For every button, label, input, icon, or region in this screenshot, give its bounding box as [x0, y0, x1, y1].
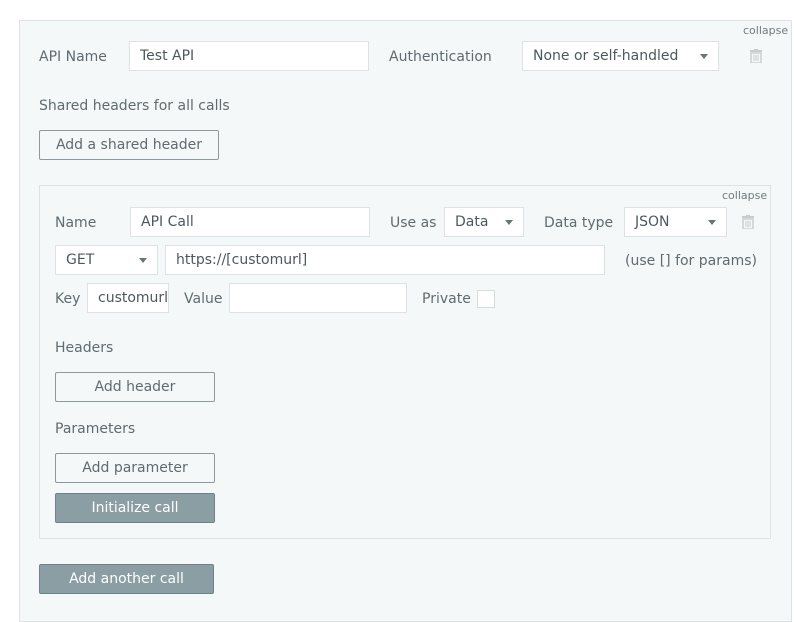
api-name-input[interactable]: Test API	[129, 41, 369, 71]
data-type-label: Data type	[544, 215, 614, 231]
api-name-label: API Name	[39, 49, 107, 65]
url-hint: (use [] for params)	[625, 253, 757, 269]
add-another-call-button[interactable]: Add another call	[39, 564, 214, 594]
collapse-api-link[interactable]: collapse	[743, 24, 788, 37]
initialize-call-button[interactable]: Initialize call	[55, 493, 215, 523]
value-input[interactable]	[229, 283, 407, 313]
chevron-down-icon	[708, 220, 716, 225]
key-label: Key	[55, 291, 81, 307]
collapse-call-link[interactable]: collapse	[722, 189, 767, 202]
method-select[interactable]: GET	[55, 245, 158, 275]
method-value: GET	[66, 252, 95, 268]
call-name-input[interactable]: API Call	[130, 207, 370, 237]
private-label: Private	[422, 291, 471, 307]
call-name-label: Name	[55, 215, 97, 231]
trash-icon[interactable]	[750, 49, 762, 63]
use-as-value: Data	[455, 214, 489, 230]
use-as-select[interactable]: Data	[444, 207, 524, 237]
authentication-select[interactable]: None or self-handled	[522, 41, 719, 71]
data-type-value: JSON	[635, 214, 670, 230]
private-checkbox[interactable]	[477, 290, 495, 308]
chevron-down-icon	[505, 220, 513, 225]
add-shared-header-button[interactable]: Add a shared header	[39, 130, 219, 160]
add-header-button[interactable]: Add header	[55, 372, 215, 402]
trash-icon[interactable]	[742, 215, 754, 229]
url-input[interactable]: https://[customurl]	[165, 245, 605, 275]
chevron-down-icon	[700, 54, 708, 59]
authentication-value: None or self-handled	[533, 48, 679, 64]
data-type-select[interactable]: JSON	[624, 207, 727, 237]
shared-headers-label: Shared headers for all calls	[39, 98, 230, 114]
add-parameter-button[interactable]: Add parameter	[55, 453, 215, 483]
use-as-label: Use as	[390, 215, 437, 231]
parameters-label: Parameters	[55, 421, 136, 437]
api-call-panel	[39, 185, 771, 539]
chevron-down-icon	[139, 258, 147, 263]
authentication-label: Authentication	[389, 49, 492, 65]
key-input[interactable]: customurl	[87, 283, 169, 313]
headers-label: Headers	[55, 340, 114, 356]
value-label: Value	[184, 291, 223, 307]
